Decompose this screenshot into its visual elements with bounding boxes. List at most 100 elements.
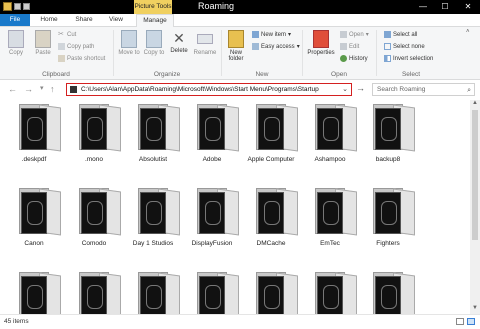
- folder-thumbnail-icon: [373, 272, 415, 314]
- tab-file[interactable]: File: [0, 14, 30, 26]
- folder-thumbnail-icon: [19, 272, 61, 314]
- folder-item[interactable]: [302, 272, 358, 314]
- folder-thumbnail-icon: [197, 104, 239, 152]
- move-to-label: Move to: [118, 50, 140, 56]
- divider: [376, 30, 377, 76]
- paste-shortcut-button[interactable]: Paste shortcut: [58, 55, 105, 62]
- folder-item[interactable]: [125, 272, 181, 314]
- move-to-button[interactable]: Move to: [118, 30, 140, 56]
- folder-label: DMCache: [256, 240, 286, 247]
- paste-button[interactable]: Paste: [32, 30, 54, 56]
- folder-item[interactable]: DisplayFusion: [184, 188, 240, 247]
- details-view-icon[interactable]: [456, 318, 464, 325]
- folder-item[interactable]: Adobe: [184, 104, 240, 163]
- item-count: 45 items: [4, 318, 29, 325]
- folder-thumbnail-icon: [19, 104, 61, 152]
- address-bar[interactable]: C:\Users\Alan\AppData\Roaming\Microsoft\…: [66, 83, 352, 96]
- folder-item[interactable]: [6, 272, 62, 314]
- large-icons-view-icon[interactable]: [467, 318, 475, 325]
- folder-item[interactable]: Fighters: [360, 188, 416, 247]
- folder-label: Ashampoo: [314, 156, 346, 163]
- folder-item[interactable]: backup8: [360, 104, 416, 163]
- copy-path-button[interactable]: Copy path: [58, 43, 94, 50]
- edit-button[interactable]: Edit: [340, 43, 359, 50]
- folder-thumbnail-icon: [138, 104, 180, 152]
- folder-item[interactable]: DMCache: [243, 188, 299, 247]
- new-folder-label: New folder: [228, 50, 244, 62]
- copy-button[interactable]: Copy: [6, 30, 26, 56]
- open-button[interactable]: Open ▾: [340, 31, 369, 38]
- history-icon: [340, 55, 347, 62]
- new-item-label: New item: [261, 31, 287, 38]
- folder-icon[interactable]: [3, 2, 12, 11]
- folder-item[interactable]: .deskpdf: [6, 104, 62, 163]
- folder-item[interactable]: Apple Computer: [243, 104, 299, 163]
- folder-item[interactable]: Comodo: [66, 188, 122, 247]
- folder-item[interactable]: [184, 272, 240, 314]
- new-folder-quick-icon[interactable]: [23, 3, 30, 10]
- properties-button[interactable]: Properties: [305, 30, 337, 56]
- scroll-up-icon[interactable]: ▲: [470, 100, 480, 109]
- vertical-scrollbar[interactable]: ▲ ▼: [470, 100, 480, 314]
- recent-locations-button[interactable]: ▾: [40, 84, 44, 94]
- tab-share[interactable]: Share: [70, 14, 98, 26]
- open-label: Open: [349, 31, 364, 38]
- select-all-button[interactable]: Select all: [384, 31, 417, 38]
- copy-to-button[interactable]: Copy to: [143, 30, 165, 56]
- folder-item[interactable]: Absolutist: [125, 104, 181, 163]
- folder-label: Apple Computer: [247, 156, 295, 163]
- folder-item[interactable]: EmTec: [302, 188, 358, 247]
- history-button[interactable]: History: [340, 55, 368, 62]
- folder-item[interactable]: [360, 272, 416, 314]
- chevron-down-icon: ▾: [288, 32, 292, 38]
- maximize-button[interactable]: ☐: [434, 0, 456, 14]
- new-folder-icon: [228, 30, 244, 48]
- search-input[interactable]: Search Roaming ⌕: [372, 83, 475, 96]
- tab-manage[interactable]: Manage: [136, 14, 174, 27]
- folder-label: Adobe: [202, 156, 222, 163]
- delete-button[interactable]: ✕ Delete: [168, 30, 190, 54]
- folder-thumbnail-icon: [315, 188, 357, 236]
- rename-button[interactable]: Rename: [193, 30, 217, 56]
- scroll-down-icon[interactable]: ▼: [470, 305, 480, 314]
- folder-thumbnail-icon: [256, 272, 298, 314]
- folder-item[interactable]: Day 1 Studios: [125, 188, 181, 247]
- new-item-button[interactable]: New item ▾: [252, 31, 291, 38]
- address-dropdown-icon[interactable]: ⌄: [342, 84, 348, 95]
- close-button[interactable]: ✕: [456, 0, 480, 14]
- folder-item[interactable]: [243, 272, 299, 314]
- folder-thumbnail-icon: [79, 104, 121, 152]
- divider: [113, 30, 114, 76]
- properties-icon: [313, 30, 329, 48]
- select-none-button[interactable]: Select none: [384, 43, 425, 50]
- invert-selection-button[interactable]: Invert selection: [384, 55, 433, 62]
- ribbon-collapse-button[interactable]: ˄: [466, 29, 470, 35]
- properties-quick-icon[interactable]: [14, 3, 21, 10]
- select-all-icon: [384, 31, 391, 38]
- minimize-button[interactable]: —: [412, 0, 434, 14]
- up-arrow-icon: ↑: [50, 84, 55, 94]
- back-button[interactable]: ←: [8, 84, 17, 94]
- folder-item[interactable]: [66, 272, 122, 314]
- folder-item[interactable]: Canon: [6, 188, 62, 247]
- folder-thumbnail-icon: [256, 104, 298, 152]
- open-icon: [340, 31, 347, 38]
- refresh-button[interactable]: →: [356, 83, 365, 93]
- easy-access-button[interactable]: Easy access ▾: [252, 43, 300, 50]
- forward-button[interactable]: →: [24, 84, 33, 94]
- scroll-thumb[interactable]: [472, 110, 478, 240]
- folder-item[interactable]: .mono: [66, 104, 122, 163]
- select-none-icon: [384, 43, 391, 50]
- folder-thumbnail-icon: [19, 188, 61, 236]
- tab-view[interactable]: View: [104, 14, 128, 26]
- cut-button[interactable]: ✂ Cut: [58, 31, 76, 38]
- ribbon: Copy Paste ✂ Cut Copy path Paste shortcu…: [0, 27, 480, 80]
- select-none-label: Select none: [393, 43, 425, 50]
- folder-item[interactable]: Ashampoo: [302, 104, 358, 163]
- up-button[interactable]: ↑: [50, 84, 55, 94]
- divider: [302, 30, 303, 76]
- tab-home[interactable]: Home: [36, 14, 62, 26]
- delete-icon: ✕: [173, 30, 185, 46]
- folder-thumbnail-icon: [373, 188, 415, 236]
- new-folder-button[interactable]: New folder: [225, 30, 247, 62]
